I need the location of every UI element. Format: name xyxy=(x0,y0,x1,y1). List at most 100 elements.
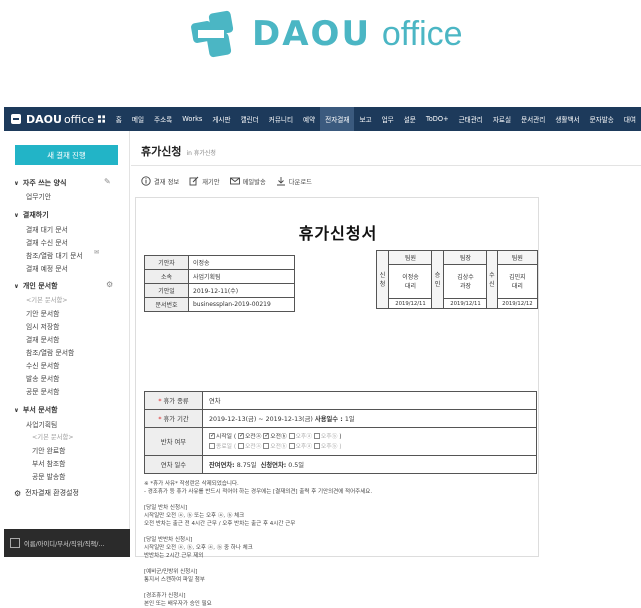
dept-title: 부서 문서함 xyxy=(22,406,58,414)
org-search-placeholder: 이름/아이디/부서/직위/직책/... xyxy=(24,540,105,548)
note-line: 시작일만 오전 ⓐ, ⓑ, 오후 ⓐ, ⓑ 중 하나 체크 xyxy=(144,545,253,551)
sidebar-item-inbox[interactable]: 수신 문서함 xyxy=(26,360,59,370)
checkbox[interactable] xyxy=(313,443,320,449)
checkbox[interactable] xyxy=(209,431,215,441)
top-navigation: DAOU office 홈 메일 주소록 Works 게시판 캘린더 커뮤니티 예약 전자결재 보… xyxy=(4,107,641,131)
approval-side-label: 수신 xyxy=(486,250,498,309)
note-line: ※ *휴가 사유* 작성란은 삭제되었습니다. xyxy=(144,481,239,487)
drafter-info-table: 기안자 이정송 소속 사업기획팀 기안일 2019-12-11(수) 문서번호 busi… xyxy=(144,255,295,312)
approval-side-label: 승인 xyxy=(431,250,444,309)
nav-item[interactable]: 게시판 xyxy=(207,107,235,131)
nav-item[interactable]: 문서관리 xyxy=(516,107,550,131)
sidebar-item-temp-box[interactable]: 임시 저장함 xyxy=(26,321,59,331)
document-sheet: 휴가신청서 기안자 이정송 소속 사업기획팀 기안일 2019-12-11(수) 문서… xyxy=(135,197,539,607)
leave-period-value: 2019-12-13(금) ~ 2019-12-13(금) 사용일수 : 1일 xyxy=(202,409,537,428)
note-line: [예비군/민방위 신청시] xyxy=(144,569,198,575)
mail-icon: ✉ xyxy=(94,249,100,256)
nav-item[interactable]: 근태관리 xyxy=(454,107,488,131)
send-mail-label: 메일발송 xyxy=(242,178,266,186)
info-label: 기안자 xyxy=(144,255,189,270)
send-mail-button[interactable]: 메일발송 xyxy=(229,176,266,186)
chevron-down-icon: ∨ xyxy=(14,282,19,290)
half-day-options: 시작일 ( 오전ⓐ 오전ⓑ 오후ⓐ 오후ⓑ ) 종료일 ( 오전ⓐ 오전ⓑ 오후… xyxy=(202,427,537,456)
nav-item[interactable]: Works xyxy=(177,107,207,131)
logo-light-text: office xyxy=(63,112,95,126)
nav-item[interactable]: 커뮤니티 xyxy=(264,107,298,131)
nav-item[interactable]: ToDO+ xyxy=(421,107,454,131)
sidebar: 새 결재 진행 ∨ 자주 쓰는 양식 ✎ 업무기안 ∨ 결재하기 결재 대기 문서 … xyxy=(4,131,130,557)
chevron-down-icon: ∨ xyxy=(14,179,19,187)
nav-item[interactable]: 업무 xyxy=(377,107,399,131)
gear-icon[interactable]: ⚙ xyxy=(106,280,113,289)
dept-section[interactable]: ∨ 부서 문서함 xyxy=(14,405,58,415)
sidebar-item-approval-box[interactable]: 결재 문서함 xyxy=(26,334,59,344)
app-logo[interactable]: DAOU office xyxy=(4,113,98,126)
breadcrumb: in 휴가신청 xyxy=(186,150,216,157)
personal-title: 개인 문서함 xyxy=(22,282,58,290)
nav-item[interactable]: 생활백서 xyxy=(550,107,584,131)
nav-item[interactable]: 캘린더 xyxy=(236,107,264,131)
main-content: 휴가신청 in 휴가신청 결재 정보 재기안 메일발송 다운로드 휴가신청서 기… xyxy=(131,131,641,607)
waiting-section[interactable]: ∨ 결재하기 xyxy=(14,210,49,220)
brand-name-light: office xyxy=(381,15,463,53)
nav-item[interactable]: 대여 xyxy=(619,107,641,131)
table-row: 연차 일수 잔여연차: 8.75일 신청연차: 0.5일 xyxy=(144,455,537,474)
approval-info-button[interactable]: 결재 정보 xyxy=(141,176,179,186)
approval-box-receiver: 수신 팀원 김민지 대리 2019/12/12 xyxy=(486,250,539,309)
sidebar-item-completed[interactable]: 기안 완료함 xyxy=(32,445,65,455)
note-spacer xyxy=(144,560,372,568)
edit-icon xyxy=(189,176,199,186)
checkbox[interactable] xyxy=(237,431,244,441)
settings-link[interactable]: ⚙ 전자결재 환경설정 xyxy=(14,488,79,498)
nav-item[interactable]: 설문 xyxy=(399,107,421,131)
sidebar-item-official-box[interactable]: 공문 문서함 xyxy=(26,386,59,396)
favorites-section[interactable]: ∨ 자주 쓰는 양식 xyxy=(14,178,66,188)
sidebar-item-official-sent[interactable]: 공문 발송함 xyxy=(32,471,65,481)
app-grid-icon[interactable] xyxy=(97,114,105,124)
sidebar-item-reference-box[interactable]: 참조/열람 문서함 xyxy=(26,347,74,357)
org-search-bar[interactable]: 이름/아이디/부서/직위/직책/... xyxy=(4,529,130,557)
checkbox[interactable] xyxy=(288,433,295,439)
checkbox[interactable] xyxy=(263,443,270,449)
nav-item[interactable]: 주소록 xyxy=(149,107,177,131)
approval-signer: 김민지 대리 xyxy=(496,264,539,299)
info-label: 기안일 xyxy=(144,283,189,298)
checkbox[interactable] xyxy=(237,443,244,449)
sidebar-item-dept-reference[interactable]: 부서 참조함 xyxy=(32,458,65,468)
checkbox[interactable] xyxy=(263,431,269,441)
page-header: 휴가신청 in 휴가신청 xyxy=(141,143,216,159)
sidebar-item-outbox[interactable]: 발송 문서함 xyxy=(26,373,59,383)
nav-item[interactable]: 전자결재 xyxy=(320,107,355,131)
edit-icon[interactable]: ✎ xyxy=(104,177,111,186)
sidebar-item-draft-box[interactable]: 기안 문서함 xyxy=(26,308,59,318)
approval-date: 2019/12/12 xyxy=(496,298,539,309)
nav-item[interactable]: 자료실 xyxy=(488,107,516,131)
sidebar-item-received[interactable]: 결재 수신 문서 xyxy=(26,237,68,247)
checkbox[interactable] xyxy=(288,443,295,449)
nav-item[interactable]: 문자발송 xyxy=(585,107,619,131)
mail-icon xyxy=(229,177,240,185)
sidebar-item-reference-waiting[interactable]: 참조/열람 대기 문서 xyxy=(26,250,83,260)
approval-role: 팀원 xyxy=(388,250,433,265)
sidebar-item-waiting[interactable]: 결재 대기 문서 xyxy=(26,224,68,234)
sidebar-item-draft[interactable]: 업무기안 xyxy=(26,191,51,201)
checkbox[interactable] xyxy=(313,433,320,439)
checkbox[interactable] xyxy=(209,443,215,449)
personal-section[interactable]: ∨ 개인 문서함 xyxy=(14,281,58,291)
note-line: [당일 반차 신청시] xyxy=(144,505,188,511)
new-approval-button[interactable]: 새 결재 진행 xyxy=(15,145,118,165)
leave-count-value: 잔여연차: 8.75일 신청연차: 0.5일 xyxy=(202,455,537,474)
nav-item[interactable]: 메일 xyxy=(127,107,149,131)
approval-box-applicant: 신청 팀원 이정송 대리 2019/12/11 xyxy=(376,250,433,309)
leave-type-label: * 휴가 종류 xyxy=(144,391,203,410)
nav-item[interactable]: 예약 xyxy=(298,107,320,131)
redraft-label: 재기안 xyxy=(202,178,220,186)
redraft-button[interactable]: 재기안 xyxy=(189,176,220,186)
nav-item[interactable]: 보고 xyxy=(354,107,376,131)
dept-name[interactable]: 사업기획팀 xyxy=(26,419,57,429)
download-label: 다운로드 xyxy=(288,178,312,186)
sidebar-item-scheduled[interactable]: 결재 예정 문서 xyxy=(26,263,68,273)
download-button[interactable]: 다운로드 xyxy=(276,176,312,186)
nav-item[interactable]: 홈 xyxy=(111,107,127,131)
leave-table: * 휴가 종류 연차 * 휴가 기간 2019-12-13(금) ~ 2019-… xyxy=(144,391,537,474)
